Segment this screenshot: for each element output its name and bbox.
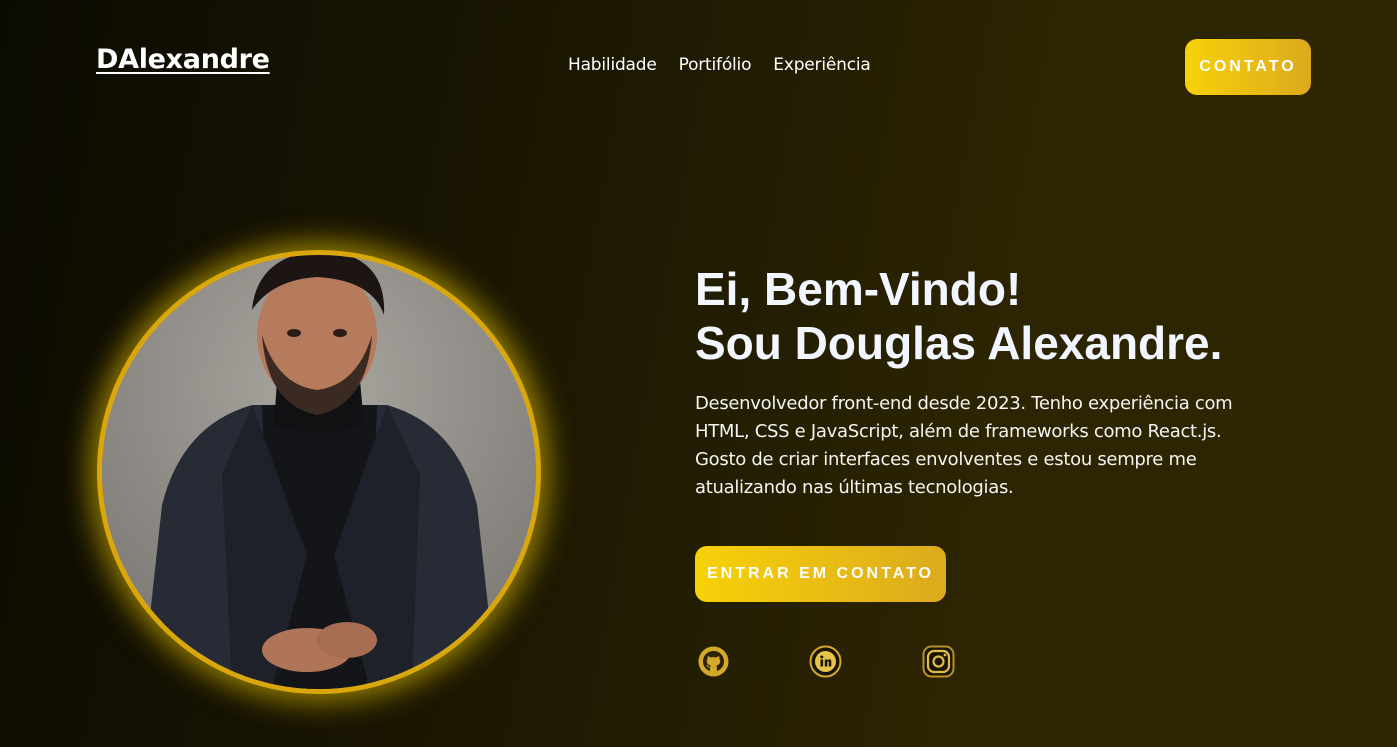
nav-link-portifolio[interactable]: Portifólio <box>679 55 752 75</box>
nav-link-experiencia[interactable]: Experiência <box>773 55 870 75</box>
hero-description: Desenvolvedor front-end desde 2023. Tenh… <box>695 390 1255 502</box>
linkedin-icon[interactable] <box>809 645 842 678</box>
hero-title: Ei, Bem-Vindo! Sou Douglas Alexandre. <box>695 262 1255 370</box>
hero-title-line2: Sou Douglas Alexandre. <box>695 317 1223 369</box>
hero-description-line1: Desenvolvedor front-end desde 2023. Tenh… <box>695 393 1233 442</box>
github-icon[interactable] <box>697 645 730 678</box>
instagram-icon[interactable] <box>922 645 955 678</box>
hero-section: Ei, Bem-Vindo! Sou Douglas Alexandre. De… <box>695 262 1255 502</box>
contact-button[interactable]: CONTATO <box>1185 39 1311 95</box>
social-links <box>697 645 957 679</box>
enter-contact-button[interactable]: ENTRAR EM CONTATO <box>695 546 946 602</box>
profile-photo <box>97 250 541 694</box>
main-nav: Habilidade Portifólio Experiência <box>568 55 871 75</box>
logo[interactable]: DAlexandre <box>96 44 270 75</box>
nav-link-habilidade[interactable]: Habilidade <box>568 55 657 75</box>
hero-description-line2: Gosto de criar interfaces envolventes e … <box>695 449 1197 498</box>
hero-title-line1: Ei, Bem-Vindo! <box>695 263 1022 315</box>
